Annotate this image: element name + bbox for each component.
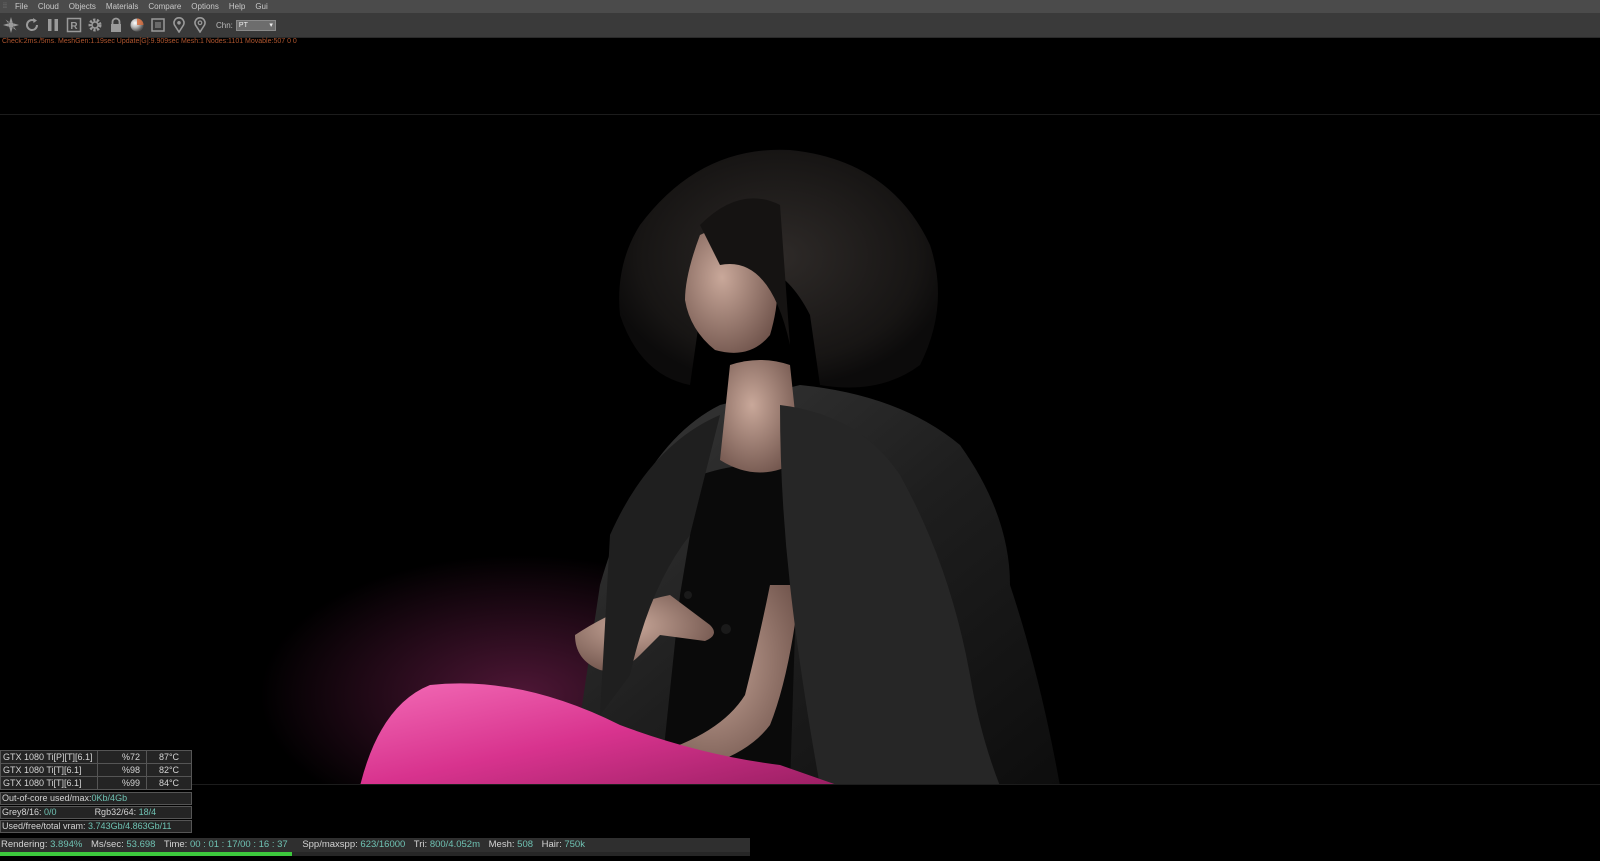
grey-value: 0/0: [44, 807, 57, 817]
vram-value: 3.743Gb/4.863Gb/11: [88, 821, 172, 831]
gpu-stats-table: GTX 1080 Ti[P][T][6.1] %72 87°C GTX 1080…: [0, 750, 192, 790]
hair-stat: Hair: 750k: [542, 839, 585, 850]
send-scene-icon[interactable]: [2, 16, 20, 34]
hair-value: 750k: [564, 839, 585, 850]
channel-label: Chn:: [216, 20, 233, 30]
vram-label: Used/free/total vram:: [2, 821, 86, 831]
outofcore-row: Out-of-core used/max:0Kb/4Gb: [0, 792, 192, 805]
svg-text:R: R: [70, 21, 78, 32]
hair-label: Hair:: [541, 839, 562, 850]
menu-compare[interactable]: Compare: [143, 0, 186, 13]
mesh-stat: Mesh: 508: [489, 839, 533, 850]
gpu-temperature: 82°C: [146, 763, 192, 777]
settings-gear-icon[interactable]: [86, 16, 104, 34]
mssec-value: 53.698: [126, 839, 156, 850]
mssec-stat: Ms/sec: 53.698: [91, 839, 155, 850]
gpu-temperature: 87°C: [146, 750, 192, 764]
mssec-label: Ms/sec:: [91, 839, 124, 850]
table-row: GTX 1080 Ti[T][6.1] %98 82°C: [0, 763, 192, 777]
pin-2-icon[interactable]: [191, 16, 209, 34]
mesh-label: Mesh:: [488, 839, 515, 850]
gpu-name: GTX 1080 Ti[P][T][6.1]: [0, 750, 98, 764]
menu-options[interactable]: Options: [186, 0, 224, 13]
pin-icon[interactable]: [170, 16, 188, 34]
render-progress-fill: [0, 852, 293, 856]
table-row: GTX 1080 Ti[P][T][6.1] %72 87°C: [0, 750, 192, 764]
render-status-bar: Rendering: 3.894% Ms/sec: 53.698 Time: 0…: [0, 838, 750, 852]
menu-cloud[interactable]: Cloud: [33, 0, 64, 13]
table-row: GTX 1080 Ti[T][6.1] %99 84°C: [0, 776, 192, 790]
channel-select[interactable]: PT ▾: [235, 19, 276, 31]
menu-file[interactable]: File: [10, 0, 33, 13]
pause-icon[interactable]: [44, 16, 62, 34]
clay-icon[interactable]: [149, 16, 167, 34]
menu-help[interactable]: Help: [224, 0, 250, 13]
tri-stat: Tri: 800/4.052m: [414, 839, 480, 850]
rgb-label: Rgb32/64:: [94, 807, 137, 817]
outofcore-value: 0Kb/4Gb: [91, 793, 128, 803]
menu-gui[interactable]: Gui: [250, 0, 272, 13]
rendering-stat: Rendering: 3.894%: [1, 839, 82, 850]
spp-label: Spp/maxspp:: [302, 839, 358, 850]
render-viewport[interactable]: [0, 114, 1600, 785]
gpu-name: GTX 1080 Ti[T][6.1]: [0, 763, 98, 777]
mesh-value: 508: [517, 839, 534, 850]
time-value: 00 : 01 : 17/00 : 16 : 37: [189, 839, 288, 850]
rgb-value: 18/4: [138, 807, 157, 817]
menu-objects[interactable]: Objects: [64, 0, 101, 13]
gpu-name: GTX 1080 Ti[T][6.1]: [0, 776, 98, 790]
menu-bar: ⁞⁞ File Cloud Objects Materials Compare …: [0, 0, 1600, 13]
material-ball-icon[interactable]: [128, 16, 146, 34]
outofcore-label: Out-of-core used/max:: [2, 793, 92, 803]
chevron-down-icon: ▾: [269, 22, 273, 29]
scene-status-line: Check:2ms./5ms. MeshGen:1.19sec Update[G…: [2, 38, 297, 45]
menu-materials[interactable]: Materials: [101, 0, 143, 13]
time-label: Time:: [163, 839, 188, 850]
region-r-icon[interactable]: R: [65, 16, 83, 34]
rendering-value: 3.894%: [50, 839, 83, 850]
render-image: [260, 149, 1060, 784]
texture-count-row: Grey8/16: 0/0 Rgb32/64: 18/4: [0, 806, 192, 819]
tri-value: 800/4.052m: [429, 839, 480, 850]
gpu-utilization: %99: [97, 776, 147, 790]
restart-icon[interactable]: [23, 16, 41, 34]
time-stat: Time: 00 : 01 : 17/00 : 16 : 37: [164, 839, 288, 850]
gpu-temperature: 84°C: [146, 776, 192, 790]
spp-stat: Spp/maxspp: 623/16000: [302, 839, 405, 850]
spp-value: 623/16000: [360, 839, 406, 850]
channel-select-value: PT: [238, 21, 248, 29]
rendering-label: Rendering:: [1, 839, 48, 850]
menu-grip-icon: ⁞⁞: [3, 3, 7, 10]
tri-label: Tri:: [413, 839, 428, 850]
lock-icon[interactable]: [107, 16, 125, 34]
gpu-utilization: %98: [97, 763, 147, 777]
gpu-utilization: %72: [97, 750, 147, 764]
render-progress-bar: [0, 852, 750, 856]
vram-row: Used/free/total vram: 3.743Gb/4.863Gb/11: [0, 820, 192, 833]
grey-label: Grey8/16:: [2, 807, 42, 817]
toolbar: R Chn: PT ▾: [0, 13, 1600, 38]
